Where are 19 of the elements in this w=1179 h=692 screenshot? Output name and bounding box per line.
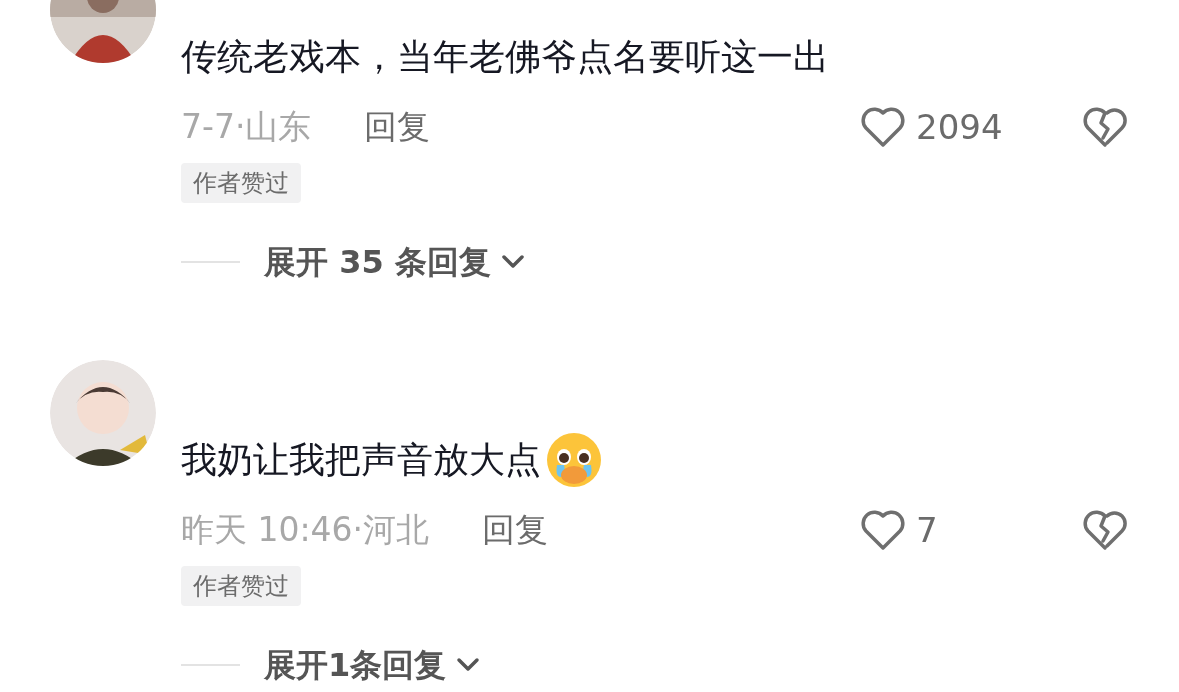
comment-meta: 7-7·山东: [181, 106, 312, 149]
broken-heart-icon[interactable]: [1082, 106, 1128, 148]
expand-replies-button[interactable]: 展开 35 条回复: [264, 238, 525, 286]
reply-link[interactable]: 回复: [364, 102, 431, 152]
comment-meta: 昨天 10:46·河北: [181, 509, 430, 552]
heart-icon[interactable]: [860, 106, 906, 148]
expand-replies-button[interactable]: 展开1条回复: [264, 641, 481, 689]
comment-text: 传统老戏本，当年老佛爷点名要听这一出: [181, 35, 829, 79]
reply-link[interactable]: 回复: [482, 505, 549, 555]
chevron-down-icon: [456, 657, 481, 673]
avatar[interactable]: [50, 360, 156, 466]
like-count: 2094: [916, 105, 1003, 149]
author-liked-tag: 作者赞过: [181, 163, 301, 203]
author-liked-tag: 作者赞过: [181, 566, 301, 606]
heart-icon[interactable]: [860, 509, 906, 551]
comment-text: 我奶让我把声音放大点: [181, 438, 541, 482]
broken-heart-icon[interactable]: [1082, 509, 1128, 551]
like-count: 7: [916, 508, 938, 552]
chevron-down-icon: [500, 254, 525, 270]
